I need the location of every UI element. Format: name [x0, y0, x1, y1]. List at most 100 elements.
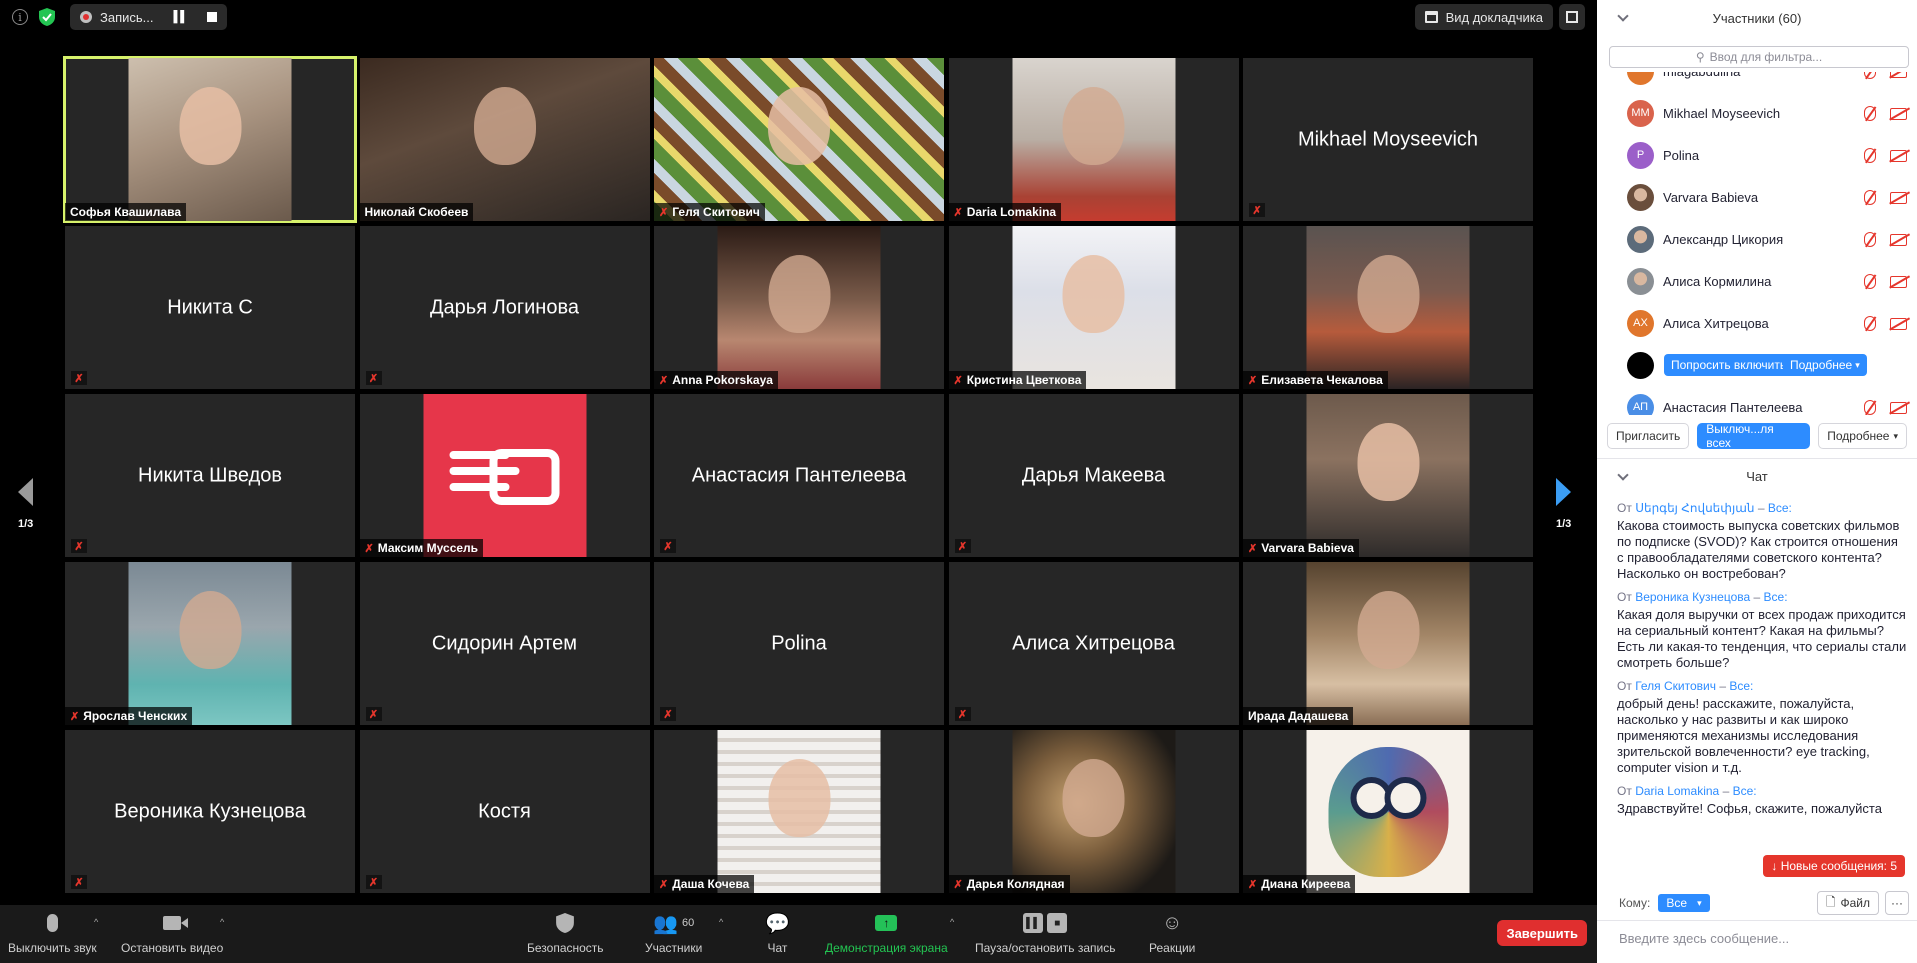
- participant-tile[interactable]: ✗ Daria Lomakina: [948, 58, 1239, 221]
- participant-tile[interactable]: Софья Квашилава: [63, 56, 357, 223]
- participant-name-tag: ✗ Кристина Цветкова: [948, 371, 1087, 389]
- participant-row[interactable]: MM Mikhael Moyseevich: [1597, 92, 1917, 134]
- participant-tile[interactable]: ✗ Varvara Babieva: [1243, 394, 1533, 557]
- participant-tile[interactable]: Дарья Макеева ✗: [948, 394, 1239, 557]
- participant-tile[interactable]: Костя ✗: [359, 730, 650, 893]
- participant-tile[interactable]: Дарья Логинова ✗: [359, 226, 650, 389]
- participant-filter-input[interactable]: ⚲ Ввод для фильтра...: [1609, 46, 1909, 68]
- chat-message: От Вероника Кузнецова – Все: Какая доля в…: [1617, 590, 1907, 671]
- participant-row[interactable]: Александр Цикория: [1597, 218, 1917, 260]
- participant-tile[interactable]: ✗ Anna Pokorskaya: [654, 226, 944, 389]
- speaker-view-button[interactable]: Вид докладчика: [1414, 4, 1553, 30]
- previous-page-button[interactable]: 1/3: [18, 478, 33, 530]
- pause-stop-record-button[interactable]: ▌▌ ■ Пауза/остановить запись: [975, 911, 1115, 955]
- participant-more-button[interactable]: Подробнее ▾: [1783, 354, 1867, 376]
- muted-mic-icon: ✗: [71, 371, 87, 385]
- muted-mic-icon[interactable]: [1864, 400, 1876, 415]
- muted-mic-icon[interactable]: [1864, 232, 1876, 247]
- participant-tile[interactable]: Никита Шведов ✗: [65, 394, 355, 557]
- fullscreen-button[interactable]: [1559, 4, 1585, 30]
- stop-video-button[interactable]: Остановить видео: [121, 911, 223, 955]
- participant-tile[interactable]: ✗ Дарья Колядная: [948, 730, 1239, 893]
- collapse-chevron-icon[interactable]: [1617, 10, 1629, 22]
- participant-row[interactable]: mlagabdulina: [1597, 72, 1917, 92]
- sender-name[interactable]: Геля Скитович: [1635, 679, 1716, 693]
- reactions-button[interactable]: ☺ Реакции: [1149, 911, 1195, 956]
- participants-caret-icon[interactable]: ^: [719, 917, 723, 927]
- participant-display-name: Никита С: [167, 296, 253, 318]
- recipient-all: Все:: [1767, 501, 1792, 515]
- more-actions-button[interactable]: Подробнее ▾: [1818, 423, 1907, 449]
- side-panel: Участники (60) ⚲ Ввод для фильтра... mla…: [1597, 0, 1917, 963]
- participant-tile[interactable]: Никита С ✗: [65, 226, 355, 389]
- video-feed: [654, 58, 944, 221]
- participant-tile[interactable]: ✗ Максим Муссель: [359, 394, 650, 557]
- participant-tile[interactable]: Николай Скобеев: [359, 58, 650, 221]
- filter-placeholder: Ввод для фильтра...: [1709, 50, 1823, 64]
- mute-button[interactable]: Выключить звук: [8, 911, 97, 955]
- video-feed: [128, 58, 292, 221]
- ask-to-unmute-button[interactable]: Попросить включить: [1664, 354, 1794, 376]
- invite-button[interactable]: Пригласить: [1607, 423, 1690, 449]
- muted-mic-icon[interactable]: [1864, 148, 1876, 163]
- file-label: Файл: [1840, 896, 1870, 910]
- new-messages-button[interactable]: ↓ Новые сообщения: 5: [1763, 855, 1905, 877]
- recipient-select[interactable]: Все ▾: [1658, 894, 1710, 912]
- file-button[interactable]: 🗋 Файл: [1816, 891, 1879, 915]
- participant-row[interactable]: Алиса Кормилина: [1597, 260, 1917, 302]
- participant-tile[interactable]: ✗ Геля Скитович: [654, 58, 944, 221]
- participants-count: 60: [681, 917, 695, 929]
- participant-row[interactable]: Varvara Babieva: [1597, 176, 1917, 218]
- stop-record-icon[interactable]: [207, 12, 218, 22]
- participant-tile[interactable]: Polina ✗: [654, 562, 944, 725]
- recipient-all: Все:: [1763, 590, 1788, 604]
- participant-tile[interactable]: Анастасия Пантелеева ✗: [654, 394, 944, 557]
- muted-mic-icon: ✗: [660, 539, 676, 553]
- sender-name[interactable]: Вероника Кузнецова: [1635, 590, 1750, 604]
- participant-tile[interactable]: Ирада Дадашева: [1243, 562, 1533, 725]
- muted-mic-icon[interactable]: [1864, 316, 1876, 331]
- participant-tile[interactable]: Сидорин Артем ✗: [359, 562, 650, 725]
- chat-message-input[interactable]: Введите здесь сообщение...: [1597, 920, 1917, 963]
- security-button[interactable]: Безопасность: [527, 911, 604, 955]
- next-page-button[interactable]: 1/3: [1556, 478, 1571, 530]
- muted-mic-icon[interactable]: [1864, 106, 1876, 121]
- participant-tile[interactable]: ✗ Ярослав Ченских: [65, 562, 355, 725]
- shield-check-icon[interactable]: [36, 6, 58, 28]
- speaker-view-label: Вид докладчика: [1445, 9, 1543, 25]
- participant-row[interactable]: Попросить включить Подробнее ▾: [1597, 344, 1917, 386]
- muted-mic-icon[interactable]: [1864, 190, 1876, 205]
- muted-mic-icon: ✗: [364, 542, 374, 555]
- share-screen-button[interactable]: ↑ Демонстрация экрана: [825, 911, 948, 955]
- chat-button[interactable]: 💬 Чат: [765, 911, 790, 956]
- end-meeting-button[interactable]: Завершить: [1497, 920, 1587, 946]
- participant-status-icons: [1864, 232, 1907, 247]
- video-options-caret-icon[interactable]: ^: [220, 917, 224, 927]
- muted-mic-icon[interactable]: [1864, 274, 1876, 289]
- video-off-icon: [1890, 72, 1907, 78]
- muted-mic-icon[interactable]: [1864, 72, 1876, 79]
- sender-name[interactable]: Սերգեյ Հովսեփյան: [1635, 501, 1754, 515]
- chat-collapse-chevron-icon[interactable]: [1617, 469, 1629, 481]
- participant-tile[interactable]: Алиса Хитрецова ✗: [948, 562, 1239, 725]
- participant-tile[interactable]: ✗ Даша Кочева: [654, 730, 944, 893]
- participant-tile[interactable]: ✗ Диана Киреева: [1243, 730, 1533, 893]
- participant-row[interactable]: АХ Алиса Хитрецова: [1597, 302, 1917, 344]
- mute-all-button[interactable]: Выключ...ля всех: [1697, 422, 1811, 450]
- chat-more-button[interactable]: ···: [1885, 891, 1909, 915]
- page-indicator-left: 1/3: [18, 518, 34, 530]
- pause-record-icon[interactable]: ▌▌: [174, 11, 189, 23]
- participant-tile[interactable]: ✗ Елизавета Чекалова: [1243, 226, 1533, 389]
- participants-button[interactable]: 👥 60 Участники: [645, 911, 702, 956]
- avatar: АП: [1627, 393, 1654, 415]
- share-caret-icon[interactable]: ^: [950, 917, 954, 927]
- info-icon[interactable]: i: [12, 9, 28, 25]
- participant-tile[interactable]: Mikhael Moyseevich ✗: [1243, 58, 1533, 221]
- share-screen-label: Демонстрация экрана: [825, 941, 948, 955]
- participant-tile[interactable]: ✗ Кристина Цветкова: [948, 226, 1239, 389]
- participant-row[interactable]: P Polina: [1597, 134, 1917, 176]
- sender-name[interactable]: Daria Lomakina: [1635, 784, 1719, 798]
- participant-tile[interactable]: Вероника Кузнецова ✗: [65, 730, 355, 893]
- participant-row[interactable]: АП Анастасия Пантелеева: [1597, 386, 1917, 415]
- audio-options-caret-icon[interactable]: ^: [94, 917, 98, 927]
